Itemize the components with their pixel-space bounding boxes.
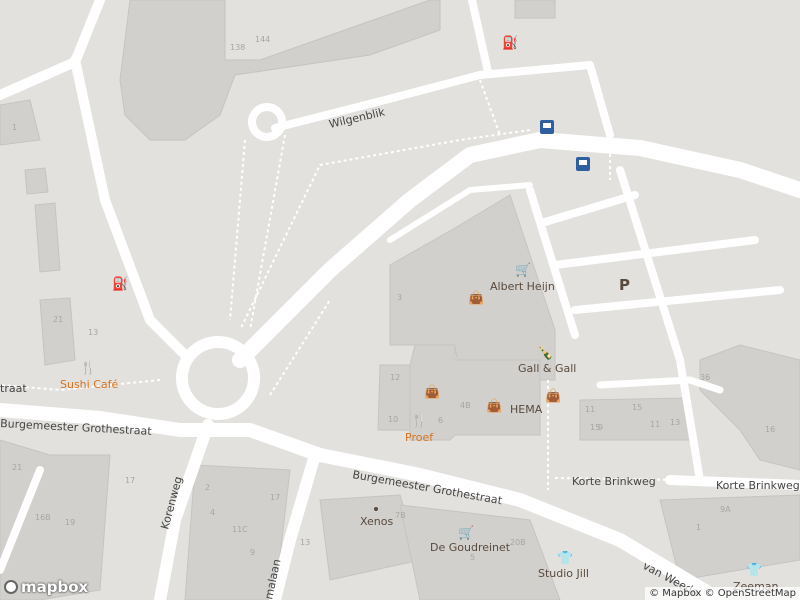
house-number: 13 [670,418,680,427]
house-number: 3 [397,293,402,302]
street-korte-brinkweg-1: Korte Brinkweg [572,475,656,488]
shirt-icon: 👕 [746,563,762,578]
shopping-bag-icon: 👜 [545,388,561,404]
poi-proef-label: Proef [405,431,434,444]
building-left-small4 [39,297,76,366]
poi-fuel-top[interactable]: ⛽ [502,35,518,51]
wilgenblik-circle [248,103,286,141]
poi-goudreinet-label: De Goudreinet [430,541,511,554]
building-left-small2 [24,167,49,195]
house-number: 7B [395,511,406,520]
street-korte-brinkweg-2: Korte Brinkweg [716,479,800,492]
bottle-icon: 🍾 [537,345,553,361]
cart-icon: 🛒 [458,525,474,541]
house-number: 5 [470,553,475,562]
house-number: 19 [65,518,75,527]
poi-parking[interactable]: P [619,276,630,294]
house-number: 1 [696,523,701,532]
path-1 [229,139,246,321]
mapbox-icon [4,580,18,594]
house-number: 9 [250,548,255,557]
shopping-bag-icon: 👜 [424,384,440,400]
shirt-icon: 👕 [557,551,573,566]
parking-icon: P [619,276,630,294]
house-number: 11 [650,420,660,429]
shopping-bag-icon: 👜 [468,290,484,306]
house-number: 9 [598,423,603,432]
house-number: 11 [585,405,595,414]
house-number: 17 [125,476,135,485]
bus-stop-1[interactable] [540,120,554,134]
house-number: 36 [700,373,710,382]
wilgenblik-road [271,61,614,139]
path-3 [479,79,501,136]
house-number: 11C [232,525,248,534]
bus-stop-icon-window [543,123,551,128]
bus-stop-2[interactable] [576,157,590,171]
bus-stop-icon-window [579,160,587,165]
building-left-small3 [34,202,61,273]
house-number: 10 [388,415,398,424]
poi-studio-jill-label: Studio Jill [538,567,589,580]
fuel-icon: ⛽ [112,276,128,292]
poi-sushi-label: Sushi Café [60,378,119,391]
building-left-small [0,99,41,146]
house-number: 13 [88,328,98,337]
house-number: 2 [205,483,210,492]
house-number: 17 [270,493,280,502]
poi-sushi[interactable]: 🍴 Sushi Café [60,360,119,391]
house-number: 4B [460,401,471,410]
fuel-icon: ⛽ [502,35,518,51]
shopping-bag-icon: 👜 [486,398,502,414]
house-number: 12 [390,373,400,382]
poi-fuel-left[interactable]: ⛽ [112,276,128,292]
building-top-right-small [514,0,556,19]
building-far-right [699,344,800,471]
house-number: 4 [210,508,215,517]
house-number: 1 [12,123,17,132]
top-vertical-road [468,0,492,76]
poi-gall-gall-label: Gall & Gall [518,362,576,375]
dot-icon [374,507,378,511]
house-number: 20B [510,538,526,547]
path-2 [249,134,286,331]
house-number: 21 [12,463,22,472]
poi-albert-heijn-label: Albert Heijn [490,280,555,293]
poi-xenos-label: Xenos [360,515,394,528]
house-number: 144 [255,35,270,44]
roundabout-ring [176,336,260,420]
house-number: 13 [300,538,310,547]
mapbox-logo[interactable]: mapbox [4,578,88,596]
house-number: 6 [438,416,443,425]
mapbox-logo-text: mapbox [21,578,89,596]
house-number: 138 [230,43,245,52]
restaurant-icon: 🍴 [80,360,96,376]
map-attribution[interactable]: © Mapbox © OpenStreetMap [645,587,800,600]
street-partial-left: traat [0,382,27,395]
cart-icon: 🛒 [515,262,531,278]
restaurant-icon: 🍴 [411,413,427,429]
house-number: 9A [720,505,731,514]
poi-hema-label: HEMA [510,403,543,416]
top-left-road [0,0,105,100]
map-canvas[interactable]: Wilgenblik Burgemeester Grothestraat Bur… [0,0,800,600]
house-number: 15 [632,403,642,412]
house-number: 21 [53,315,63,324]
house-number: 16 [765,425,775,434]
house-number: 16B [35,513,51,522]
